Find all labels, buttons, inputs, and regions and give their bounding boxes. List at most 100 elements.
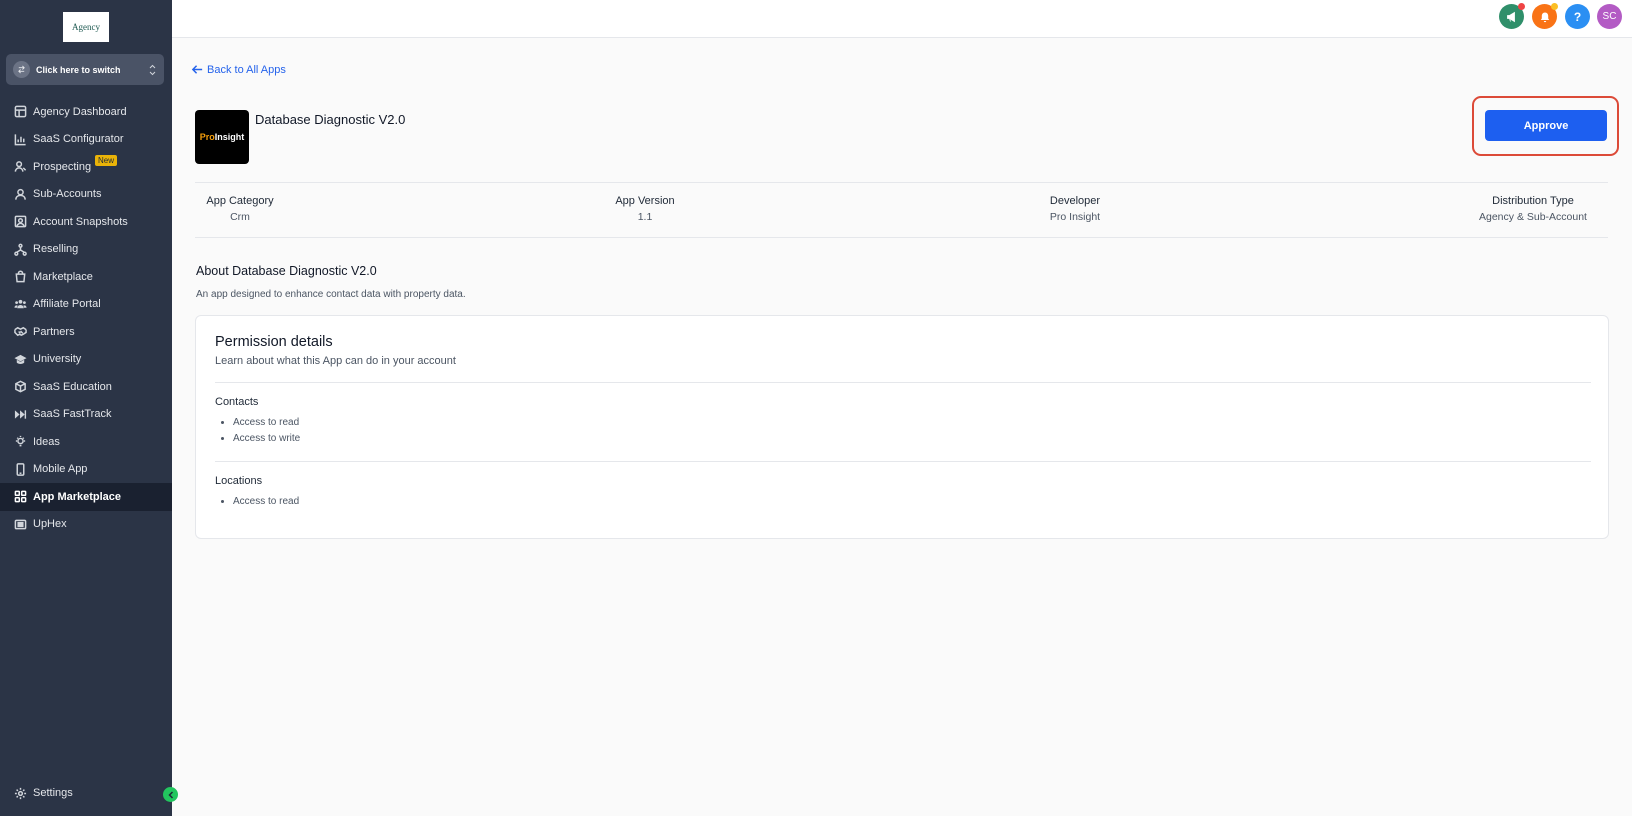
- sidebar-item-uphex[interactable]: UpHex: [0, 511, 172, 539]
- meta-app-version: App Version 1.1: [595, 195, 695, 223]
- help-button[interactable]: ?: [1565, 4, 1590, 29]
- app-logo-text: ProInsight: [199, 132, 245, 142]
- app-meta-row: App Category Crm App Version 1.1 Develop…: [195, 182, 1608, 238]
- sidebar-item-reselling[interactable]: Reselling: [0, 236, 172, 264]
- help-icon: ?: [1573, 9, 1582, 24]
- meta-value: Agency & Sub-Account: [1479, 211, 1587, 223]
- sidebar-item-label: SaaS Education: [33, 380, 112, 393]
- sidebar-item-saas-configurator[interactable]: SaaS Configurator: [0, 126, 172, 154]
- permission-section-locations: Locations: [215, 475, 263, 487]
- switcher-label: Click here to switch: [36, 64, 121, 75]
- agency-logo[interactable]: Agency: [63, 12, 109, 42]
- meta-app-category: App Category Crm: [195, 195, 285, 223]
- app-title: Database Diagnostic V2.0: [255, 112, 406, 127]
- sidebar-item-partners[interactable]: Partners: [0, 318, 172, 346]
- notifications-button[interactable]: [1532, 3, 1558, 29]
- gear-icon: [13, 786, 27, 800]
- sidebar-item-label: SaaS Configurator: [33, 133, 124, 146]
- app-logo: ProInsight: [195, 110, 249, 164]
- back-link-label: Back to All Apps: [207, 63, 286, 76]
- graduation-cap-icon: [13, 352, 27, 366]
- user-icon: [13, 187, 27, 201]
- contacts-permission-list: Access to read Access to write: [233, 415, 300, 447]
- sidebar-item-label: Ideas: [33, 435, 60, 448]
- announcements-button[interactable]: [1499, 3, 1525, 29]
- logo-text: Agency: [72, 22, 100, 32]
- chevron-updown-icon: [149, 64, 156, 76]
- fast-forward-icon: [13, 407, 27, 421]
- sidebar-item-app-marketplace[interactable]: App Marketplace: [0, 483, 172, 511]
- sidebar-item-label: App Marketplace: [33, 490, 122, 503]
- mobile-icon: [13, 462, 27, 476]
- unread-dot: [1551, 3, 1558, 10]
- user-avatar[interactable]: SC: [1597, 4, 1622, 29]
- sidebar-item-label: SaaS FastTrack: [33, 408, 112, 421]
- chevron-left-icon: [167, 790, 173, 799]
- collapse-sidebar-button[interactable]: [163, 787, 178, 802]
- sidebar-item-sub-accounts[interactable]: Sub-Accounts: [0, 181, 172, 209]
- sidebar-item-ideas[interactable]: Ideas: [0, 428, 172, 456]
- permission-item: Access to write: [233, 431, 300, 447]
- shopping-bag-icon: [13, 270, 27, 284]
- unread-dot: [1518, 3, 1525, 10]
- new-badge: New: [95, 155, 118, 166]
- sidebar-item-affiliate-portal[interactable]: Affiliate Portal: [0, 291, 172, 319]
- locations-permission-list: Access to read: [233, 494, 299, 510]
- sidebar-item-label: UpHex: [33, 518, 67, 531]
- sidebar-item-account-snapshots[interactable]: Account Snapshots: [0, 208, 172, 236]
- about-description: An app designed to enhance contact data …: [196, 289, 466, 300]
- sidebar-item-prospecting[interactable]: Prospecting New: [0, 153, 172, 181]
- approve-button[interactable]: Approve: [1485, 110, 1607, 141]
- sidebar: Agency Click here to switch Agency Dashb…: [0, 0, 172, 816]
- meta-label: Distribution Type: [1492, 195, 1574, 207]
- sidebar-item-label: Mobile App: [33, 463, 88, 476]
- sidebar-item-agency-dashboard[interactable]: Agency Dashboard: [0, 98, 172, 126]
- snapshot-icon: [13, 215, 27, 229]
- sidebar-item-label: Partners: [33, 325, 75, 338]
- sidebar-item-label: Sub-Accounts: [33, 188, 102, 201]
- sidebar-item-label: Agency Dashboard: [33, 105, 127, 118]
- meta-label: Developer: [1049, 195, 1101, 207]
- avatar-initials: SC: [1602, 11, 1617, 22]
- meta-value: Crm: [230, 211, 250, 223]
- sidebar-item-label: University: [33, 353, 82, 366]
- bell-icon: [1540, 12, 1549, 22]
- divider: [215, 382, 1591, 383]
- users-icon: [13, 297, 27, 311]
- permission-details-card: Permission details Learn about what this…: [195, 315, 1609, 539]
- grid-icon: [13, 490, 27, 504]
- permission-subtitle: Learn about what this App can do in your…: [215, 355, 456, 367]
- sidebar-item-university[interactable]: University: [0, 346, 172, 374]
- sidebar-item-label: Reselling: [33, 243, 79, 256]
- sidebar-item-saas-education[interactable]: SaaS Education: [0, 373, 172, 401]
- switch-icon: [13, 61, 30, 78]
- sidebar-item-label: Settings: [33, 787, 73, 799]
- meta-label: App Version: [615, 195, 675, 207]
- meta-developer: Developer Pro Insight: [1025, 195, 1125, 223]
- handshake-icon: [13, 325, 27, 339]
- arrow-left-icon: [191, 65, 203, 74]
- uphex-icon: [13, 517, 27, 531]
- sidebar-item-label: Marketplace: [33, 270, 93, 283]
- account-switcher[interactable]: Click here to switch: [6, 54, 164, 85]
- topbar: ? SC: [172, 0, 1632, 38]
- divider: [215, 461, 1591, 462]
- box-icon: [13, 380, 27, 394]
- sidebar-item-mobile-app[interactable]: Mobile App: [0, 456, 172, 484]
- sidebar-item-settings[interactable]: Settings: [0, 780, 172, 806]
- dashboard-icon: [13, 105, 27, 119]
- about-title: About Database Diagnostic V2.0: [196, 264, 377, 278]
- permission-section-contacts: Contacts: [215, 396, 259, 408]
- sidebar-item-saas-fasttrack[interactable]: SaaS FastTrack: [0, 401, 172, 429]
- sidebar-item-label: Prospecting: [33, 160, 92, 173]
- meta-distribution-type: Distribution Type Agency & Sub-Account: [1468, 195, 1598, 223]
- bar-chart-icon: [13, 132, 27, 146]
- megaphone-icon: [1506, 11, 1515, 22]
- permission-item: Access to read: [233, 494, 299, 510]
- sidebar-item-marketplace[interactable]: Marketplace: [0, 263, 172, 291]
- sidebar-nav: Agency Dashboard SaaS Configurator Prosp…: [0, 98, 172, 538]
- prospecting-icon: [13, 160, 27, 174]
- reselling-icon: [13, 242, 27, 256]
- back-to-all-apps-link[interactable]: Back to All Apps: [191, 63, 286, 76]
- sidebar-item-label: Account Snapshots: [33, 215, 128, 228]
